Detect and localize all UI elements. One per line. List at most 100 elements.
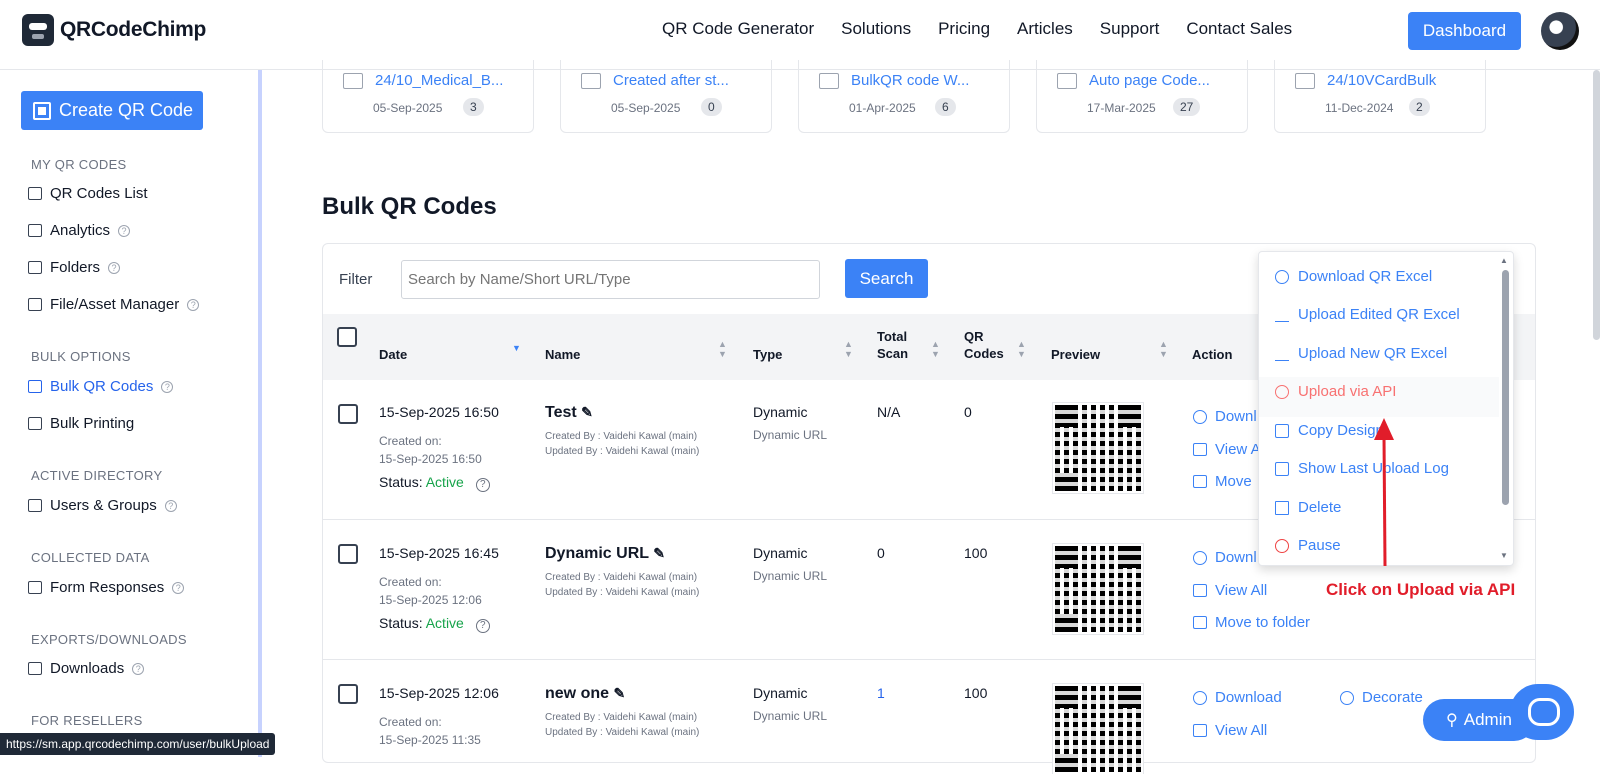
sidebar-item-form-responses[interactable]: Form Responses? — [28, 579, 185, 596]
sidebar-item-users-groups[interactable]: Users & Groups? — [28, 497, 177, 514]
menu-item-pause[interactable]: Pause — [1275, 537, 1341, 554]
column-date[interactable]: Date — [379, 346, 407, 363]
sort-icon[interactable]: ▲ ▼ — [931, 339, 940, 359]
nav-qr-code-generator[interactable]: QR Code Generator — [662, 19, 814, 39]
sidebar-item-file-asset-manager[interactable]: File/Asset Manager? — [28, 296, 200, 313]
help-icon[interactable]: ? — [475, 618, 490, 633]
sidebar-item-bulk-printing[interactable]: Bulk Printing — [28, 415, 134, 432]
search-input[interactable] — [401, 260, 820, 299]
row-name[interactable]: Dynamic URL ✎ — [545, 545, 665, 563]
folder-upload-icon — [1295, 73, 1315, 89]
sort-desc-icon[interactable]: ▼ — [512, 343, 521, 353]
column-type[interactable]: Type — [753, 346, 782, 363]
action-view-all[interactable]: View All — [1193, 722, 1267, 739]
sort-icon[interactable]: ▲ ▼ — [1159, 339, 1168, 359]
row-checkbox[interactable] — [338, 544, 358, 564]
menu-item-download-qr-excel[interactable]: Download QR Excel — [1275, 268, 1432, 285]
action-download[interactable]: Downl — [1193, 408, 1257, 425]
row-name[interactable]: new one ✎ — [545, 685, 625, 703]
pencil-icon[interactable]: ✎ — [653, 545, 665, 561]
help-icon[interactable]: ? — [118, 224, 131, 237]
qr-preview-image[interactable] — [1052, 543, 1144, 635]
folder-upload-icon — [343, 73, 363, 89]
action-move-to-folder[interactable]: Move to folder — [1193, 614, 1310, 631]
copy-icon — [1275, 423, 1289, 438]
chat-support-button[interactable] — [1510, 684, 1574, 740]
menu-scrollbar[interactable] — [1502, 270, 1509, 505]
nav-pricing[interactable]: Pricing — [938, 19, 990, 39]
menu-item-label: Delete — [1298, 499, 1342, 516]
row-type: Dynamic — [753, 545, 808, 561]
folder-card[interactable]: Created after st... 05-Sep-2025 0 — [560, 60, 772, 133]
avatar[interactable] — [1541, 12, 1579, 50]
row-date: 15-Sep-2025 16:50 — [379, 404, 499, 420]
sort-icon[interactable]: ▲ ▼ — [844, 339, 853, 359]
action-move[interactable]: Move — [1193, 473, 1252, 490]
help-icon[interactable]: ? — [108, 261, 121, 274]
row-total-scan[interactable]: 1 — [877, 685, 885, 701]
action-view-all[interactable]: View A — [1193, 441, 1261, 458]
folder-card[interactable]: 24/10_Medical_B... 05-Sep-2025 3 — [322, 60, 534, 133]
menu-item-copy-design[interactable]: Copy Design — [1275, 422, 1384, 439]
nav-articles[interactable]: Articles — [1017, 19, 1073, 39]
status-badge: Active — [425, 615, 464, 631]
row-date: 15-Sep-2025 16:45 — [379, 545, 499, 561]
create-qr-code-button[interactable]: Create QR Code — [21, 91, 203, 130]
row-name-text: Dynamic URL — [545, 545, 649, 562]
row-checkbox[interactable] — [338, 404, 358, 424]
palette-icon — [1340, 690, 1354, 705]
nav-solutions[interactable]: Solutions — [841, 19, 911, 39]
action-decorate[interactable]: Decorate — [1340, 689, 1423, 706]
folder-count-badge: 6 — [935, 98, 956, 116]
page-scrollbar[interactable] — [1593, 70, 1600, 340]
qr-preview-image[interactable] — [1052, 683, 1144, 774]
action-label: View All — [1215, 722, 1268, 739]
help-icon[interactable]: ? — [187, 298, 200, 311]
sort-icon[interactable]: ▲ ▼ — [1017, 339, 1026, 359]
document-icon — [1275, 461, 1289, 476]
create-qr-label: Create QR Code — [59, 100, 194, 120]
menu-item-upload-via-api[interactable]: Upload via API — [1275, 383, 1396, 400]
pencil-icon[interactable]: ✎ — [581, 404, 593, 420]
menu-item-upload-new-qr-excel[interactable]: Upload New QR Excel — [1275, 345, 1447, 362]
select-all-checkbox[interactable] — [337, 327, 357, 347]
folder-card[interactable]: BulkQR code W... 01-Apr-2025 6 — [798, 60, 1010, 133]
column-name[interactable]: Name — [545, 346, 580, 363]
column-total-scan[interactable]: Total Scan — [877, 328, 908, 362]
folder-card[interactable]: 24/10VCardBulk 11-Dec-2024 2 — [1274, 60, 1486, 133]
help-icon[interactable]: ? — [475, 477, 490, 492]
search-button[interactable]: Search — [845, 259, 928, 298]
row-name[interactable]: Test ✎ — [545, 404, 593, 422]
help-icon[interactable]: ? — [161, 380, 174, 393]
scroll-down-arrow-icon[interactable]: ▼ — [1500, 551, 1508, 560]
sidebar-item-analytics[interactable]: Analytics? — [28, 222, 131, 239]
menu-item-show-last-upload-log[interactable]: Show Last Upload Log — [1275, 460, 1449, 477]
pencil-icon[interactable]: ✎ — [613, 685, 625, 701]
qr-preview-image[interactable] — [1052, 402, 1144, 494]
column-qr-codes[interactable]: QR Codes — [964, 328, 1004, 362]
action-download[interactable]: Downl — [1193, 549, 1257, 566]
dashboard-button[interactable]: Dashboard — [1408, 12, 1521, 50]
help-icon[interactable]: ? — [132, 662, 145, 675]
help-icon[interactable]: ? — [164, 499, 177, 512]
menu-item-label: Download QR Excel — [1298, 268, 1433, 285]
action-view-all[interactable]: View All — [1193, 582, 1267, 599]
row-created-by: Created By : Vaidehi Kawal (main) — [545, 712, 698, 723]
action-download[interactable]: Download — [1193, 689, 1282, 706]
sidebar-item-downloads[interactable]: Downloads? — [28, 660, 145, 677]
help-icon[interactable]: ? — [172, 581, 185, 594]
folder-card[interactable]: Auto page Code... 17-Mar-2025 27 — [1036, 60, 1248, 133]
sidebar-item-bulk-qr-codes[interactable]: Bulk QR Codes? — [28, 378, 174, 395]
sidebar-item-folders[interactable]: Folders? — [28, 259, 121, 276]
menu-item-upload-edited-qr-excel[interactable]: Upload Edited QR Excel — [1275, 306, 1460, 323]
brand-logo[interactable]: QRCodeChimp — [22, 14, 206, 46]
sidebar-item-qr-codes-list[interactable]: QR Codes List — [28, 185, 148, 202]
scroll-up-arrow-icon[interactable]: ▲ — [1500, 256, 1508, 265]
menu-item-delete[interactable]: Delete — [1275, 499, 1341, 516]
nav-support[interactable]: Support — [1100, 19, 1160, 39]
sort-icon[interactable]: ▲ ▼ — [718, 339, 727, 359]
row-checkbox[interactable] — [338, 684, 358, 704]
nav-contact-sales[interactable]: Contact Sales — [1186, 19, 1292, 39]
sidebar-item-label: Analytics — [50, 222, 111, 239]
row-updated-by: Updated By : Vaidehi Kawal (main) — [545, 587, 700, 598]
